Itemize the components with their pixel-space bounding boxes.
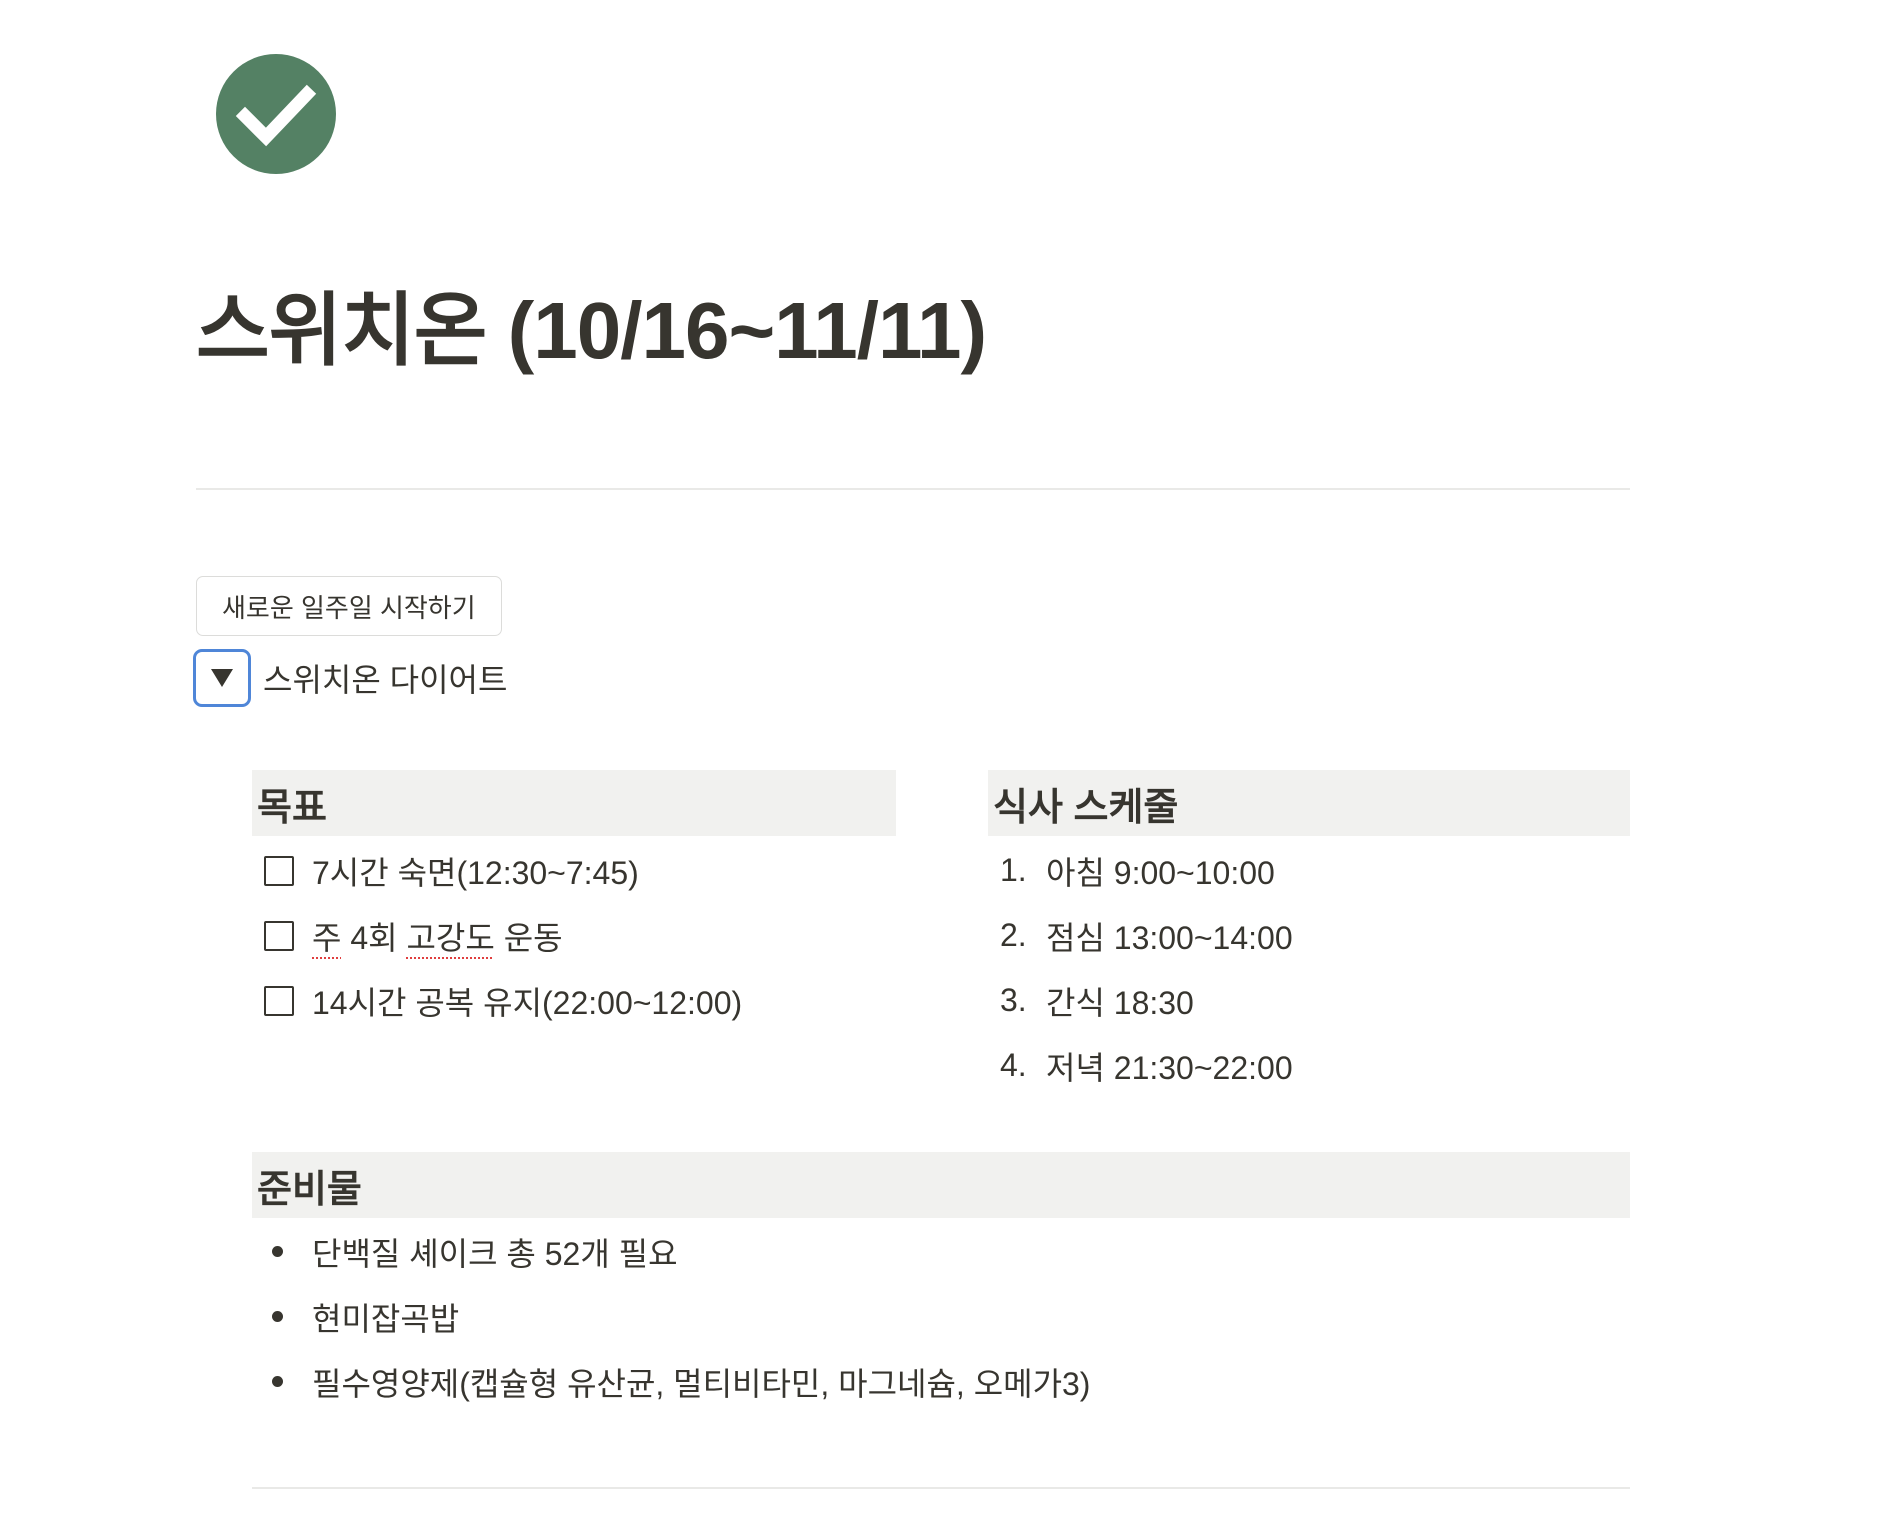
toggle-button[interactable]	[193, 649, 251, 707]
todo-checkbox[interactable]	[264, 985, 294, 1016]
todo-text[interactable]: 7시간 숙면(12:30~7:45)	[312, 848, 639, 894]
item-text: 필수영양제(캡슐형 유산균, 멀티비타민, 마그네슘, 오메가3)	[312, 1365, 1091, 1402]
meal-schedule-heading-text: 식사 스케줄	[993, 786, 1179, 829]
item-number: 2.	[1000, 917, 1027, 953]
todo-checkbox[interactable]	[264, 855, 294, 886]
item-number: 1.	[1000, 852, 1027, 888]
todo-item: 14시간 공복 유지(22:00~12:00)	[264, 968, 742, 1033]
divider	[252, 1487, 1630, 1489]
goals-todo-list: 7시간 숙면(12:30~7:45) 주 4회 고강도 운동 14시간 공복 유…	[264, 838, 742, 1033]
item-number: 4.	[1000, 1047, 1027, 1083]
todo-item: 주 4회 고강도 운동	[264, 903, 742, 968]
page-title[interactable]: 스위치온 (10/16~11/11)	[196, 276, 987, 386]
item-text: 현미잡곡밥	[312, 1300, 460, 1337]
meal-schedule-heading: 식사 스케줄	[988, 770, 1630, 836]
check-circle-icon[interactable]	[216, 54, 336, 174]
toggle-block: 스위치온 다이어트	[193, 647, 507, 709]
bullet-dot-icon	[272, 1246, 283, 1257]
numbered-item[interactable]: 4. 저녁 21:30~22:00	[1000, 1033, 1293, 1098]
divider	[196, 488, 1630, 490]
todo-text-part: 운동	[494, 919, 563, 956]
item-text: 저녁 21:30~22:00	[1046, 1049, 1293, 1086]
supplies-bullet-list: 단백질 셰이크 총 52개 필요 현미잡곡밥 필수영양제(캡슐형 유산균, 멀티…	[272, 1219, 1090, 1414]
start-new-week-button[interactable]: 새로운 일주일 시작하기	[196, 576, 502, 636]
bullet-dot-icon	[272, 1376, 283, 1387]
goals-heading: 목표	[252, 770, 896, 836]
item-text: 간식 18:30	[1046, 984, 1194, 1021]
item-text: 점심 13:00~14:00	[1046, 919, 1293, 956]
triangle-down-icon	[211, 669, 233, 687]
todo-text-part: 4회	[341, 919, 407, 956]
meal-schedule-list: 1. 아침 9:00~10:00 2. 점심 13:00~14:00 3. 간식…	[1000, 838, 1293, 1098]
bullet-item[interactable]: 현미잡곡밥	[272, 1284, 1090, 1349]
item-number: 3.	[1000, 982, 1027, 1018]
goals-heading-text: 목표	[257, 786, 327, 829]
todo-text[interactable]: 주 4회 고강도 운동	[312, 913, 563, 959]
numbered-item[interactable]: 3. 간식 18:30	[1000, 968, 1293, 1033]
supplies-heading-text: 준비물	[257, 1168, 362, 1211]
item-text: 아침 9:00~10:00	[1046, 854, 1275, 891]
todo-text[interactable]: 14시간 공복 유지(22:00~12:00)	[312, 978, 742, 1024]
spellcheck-flag: 고강도	[406, 919, 495, 956]
todo-item: 7시간 숙면(12:30~7:45)	[264, 838, 742, 903]
bullet-dot-icon	[272, 1311, 283, 1322]
numbered-item[interactable]: 2. 점심 13:00~14:00	[1000, 903, 1293, 968]
toggle-label[interactable]: 스위치온 다이어트	[263, 655, 507, 701]
bullet-item[interactable]: 단백질 셰이크 총 52개 필요	[272, 1219, 1090, 1284]
supplies-heading: 준비물	[252, 1152, 1630, 1218]
item-text: 단백질 셰이크 총 52개 필요	[312, 1235, 678, 1272]
todo-checkbox[interactable]	[264, 920, 294, 951]
spellcheck-flag: 주	[312, 919, 342, 956]
numbered-item[interactable]: 1. 아침 9:00~10:00	[1000, 838, 1293, 903]
bullet-item[interactable]: 필수영양제(캡슐형 유산균, 멀티비타민, 마그네슘, 오메가3)	[272, 1349, 1090, 1414]
